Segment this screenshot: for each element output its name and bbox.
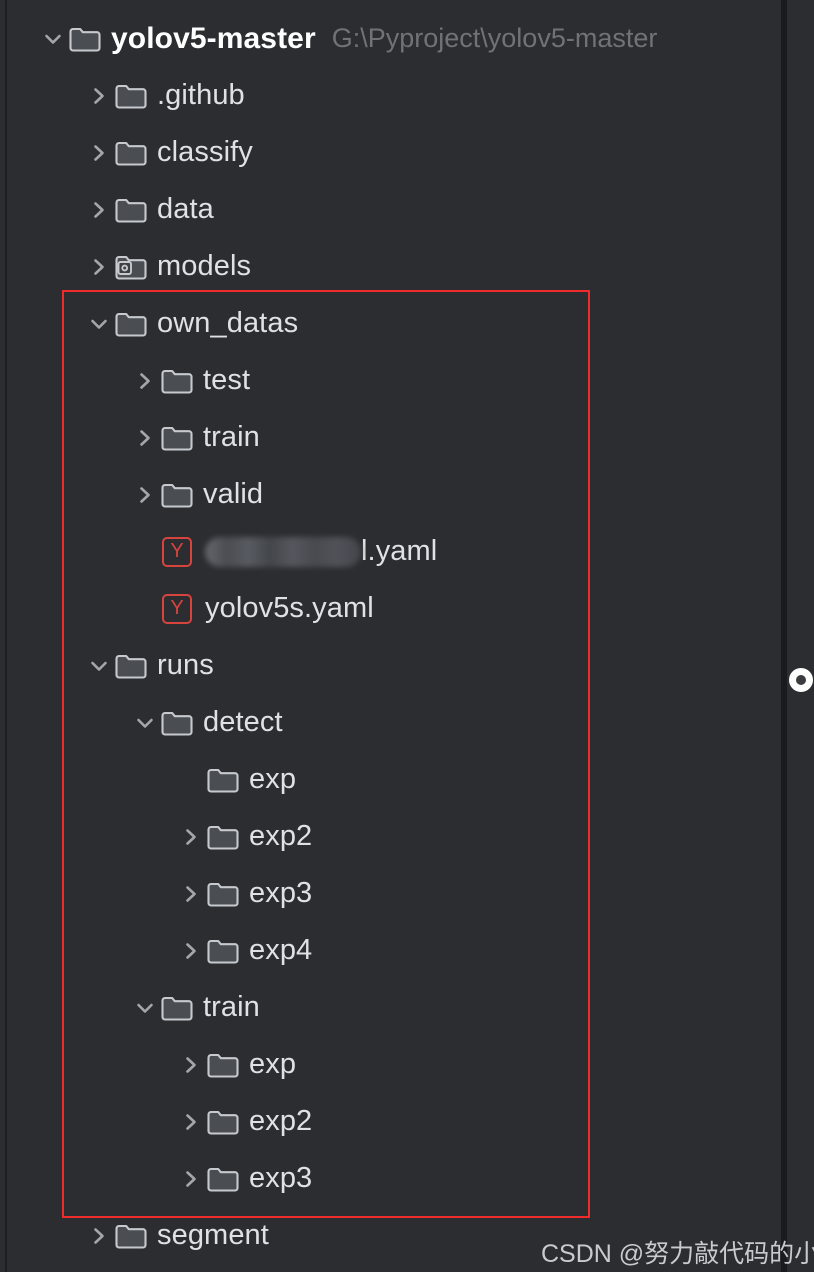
tree-row-segment[interactable]: segment <box>84 1207 269 1264</box>
chevron-down-icon[interactable] <box>130 993 160 1023</box>
tree-item-label: exp <box>249 763 297 795</box>
folder-icon <box>206 765 240 795</box>
folder-icon <box>68 24 102 54</box>
tree-row-runs[interactable]: runs <box>84 637 214 694</box>
chevron-right-icon[interactable] <box>130 423 160 453</box>
tree-row-data[interactable]: data <box>84 181 214 238</box>
tree-item-label: runs <box>157 649 214 681</box>
folder-icon <box>206 936 240 966</box>
tree-item-label: exp4 <box>249 934 313 966</box>
right-panel-strip <box>787 0 814 1272</box>
panel-resize-handle-icon[interactable] <box>789 668 813 692</box>
chevron-placeholder <box>130 537 160 567</box>
folder-icon <box>206 1107 240 1137</box>
tree-item-label: classify <box>157 136 253 168</box>
tree-item-label: segment <box>157 1219 269 1251</box>
yaml-file-icon: Y <box>162 593 192 624</box>
tree-row-yolov5-master[interactable]: yolov5-master G:\Pyproject\yolov5-master <box>38 10 657 67</box>
tree-item-label: test <box>203 364 251 396</box>
chevron-down-icon[interactable] <box>38 24 68 54</box>
folder-icon <box>114 651 148 681</box>
tree-item-label: models <box>157 250 252 282</box>
folder-icon <box>114 1221 148 1251</box>
tree-item-label: exp <box>249 1048 297 1080</box>
chevron-right-icon[interactable] <box>176 1164 206 1194</box>
folder-icon <box>114 309 148 339</box>
chevron-right-icon[interactable] <box>84 195 114 225</box>
tree-item-label: yolov5-master <box>111 21 316 55</box>
chevron-right-icon[interactable] <box>130 366 160 396</box>
chevron-placeholder <box>130 594 160 624</box>
tree-row-detect[interactable]: detect <box>130 694 283 751</box>
chevron-placeholder <box>176 765 206 795</box>
tree-row--github[interactable]: .github <box>84 67 245 124</box>
tree-row-train[interactable]: train <box>130 979 260 1036</box>
folder-icon <box>206 1050 240 1080</box>
chevron-right-icon[interactable] <box>84 138 114 168</box>
tree-row-own-datas[interactable]: own_datas <box>84 295 298 352</box>
chevron-right-icon[interactable] <box>84 1221 114 1251</box>
folder-icon <box>160 423 194 453</box>
chevron-right-icon[interactable] <box>176 1107 206 1137</box>
tree-row-exp2[interactable]: exp2 <box>176 1093 312 1150</box>
redacted-filename-suffix: l.yaml <box>361 535 438 567</box>
tree-row-yolov5s-yaml[interactable]: Yyolov5s.yaml <box>130 580 374 637</box>
chevron-down-icon[interactable] <box>130 708 160 738</box>
tree-item-label: yolov5s.yaml <box>205 592 374 624</box>
chevron-right-icon[interactable] <box>176 1050 206 1080</box>
tree-item-label: detect <box>203 706 283 738</box>
watermark-text: CSDN @努力敲代码的小盆友 <box>541 1240 814 1268</box>
tree-row-test[interactable]: test <box>130 352 250 409</box>
folder-icon <box>114 195 148 225</box>
chevron-right-icon[interactable] <box>84 81 114 111</box>
tree-row-exp[interactable]: exp <box>176 1036 296 1093</box>
tree-item-label: exp3 <box>249 877 313 909</box>
chevron-right-icon[interactable] <box>130 480 160 510</box>
tree-row-train[interactable]: train <box>130 409 260 466</box>
tree-row-l-yaml[interactable]: Yl.yaml <box>130 523 437 580</box>
chevron-right-icon[interactable] <box>176 879 206 909</box>
tree-row-exp4[interactable]: exp4 <box>176 922 312 979</box>
tree-row-exp3[interactable]: exp3 <box>176 1150 312 1207</box>
tree-row-exp[interactable]: exp <box>176 751 296 808</box>
tree-item-label: own_datas <box>157 307 299 339</box>
redacted-filename-blur <box>205 537 361 568</box>
project-root-path: G:\Pyproject\yolov5-master <box>331 23 658 53</box>
tree-item-label: valid <box>203 478 264 510</box>
chevron-down-icon[interactable] <box>84 651 114 681</box>
tree-row-exp2[interactable]: exp2 <box>176 808 312 865</box>
folder-icon <box>160 480 194 510</box>
tree-row-models[interactable]: models <box>84 238 251 295</box>
tree-row-classify[interactable]: classify <box>84 124 253 181</box>
vertical-scrollbar-track[interactable] <box>763 0 781 1272</box>
folder-icon <box>160 993 194 1023</box>
folder-icon <box>160 708 194 738</box>
tree-row-valid[interactable]: valid <box>130 466 263 523</box>
tree-item-label: train <box>203 991 260 1023</box>
folder-icon <box>206 879 240 909</box>
folder-icon <box>160 366 194 396</box>
chevron-down-icon[interactable] <box>84 309 114 339</box>
chevron-right-icon[interactable] <box>176 936 206 966</box>
chevron-right-icon[interactable] <box>84 252 114 282</box>
tree-item-label: train <box>203 421 260 453</box>
folder-icon <box>206 822 240 852</box>
python-package-folder-icon <box>114 252 148 282</box>
folder-icon <box>206 1164 240 1194</box>
tree-row-exp3[interactable]: exp3 <box>176 865 312 922</box>
folder-icon <box>114 138 148 168</box>
tree-item-label: data <box>157 193 214 225</box>
tree-item-label: .github <box>157 79 245 111</box>
project-file-tree[interactable]: yolov5-master G:\Pyproject\yolov5-master.… <box>0 0 763 1272</box>
project-tool-window: yolov5-master G:\Pyproject\yolov5-master.… <box>0 0 814 1272</box>
chevron-right-icon[interactable] <box>176 822 206 852</box>
folder-icon <box>114 81 148 111</box>
yaml-file-icon: Y <box>162 536 192 567</box>
tree-item-label: exp2 <box>249 820 313 852</box>
tree-item-label: l.yaml <box>205 535 437 568</box>
tree-item-label: exp2 <box>249 1105 313 1137</box>
tree-item-label: exp3 <box>249 1162 313 1194</box>
